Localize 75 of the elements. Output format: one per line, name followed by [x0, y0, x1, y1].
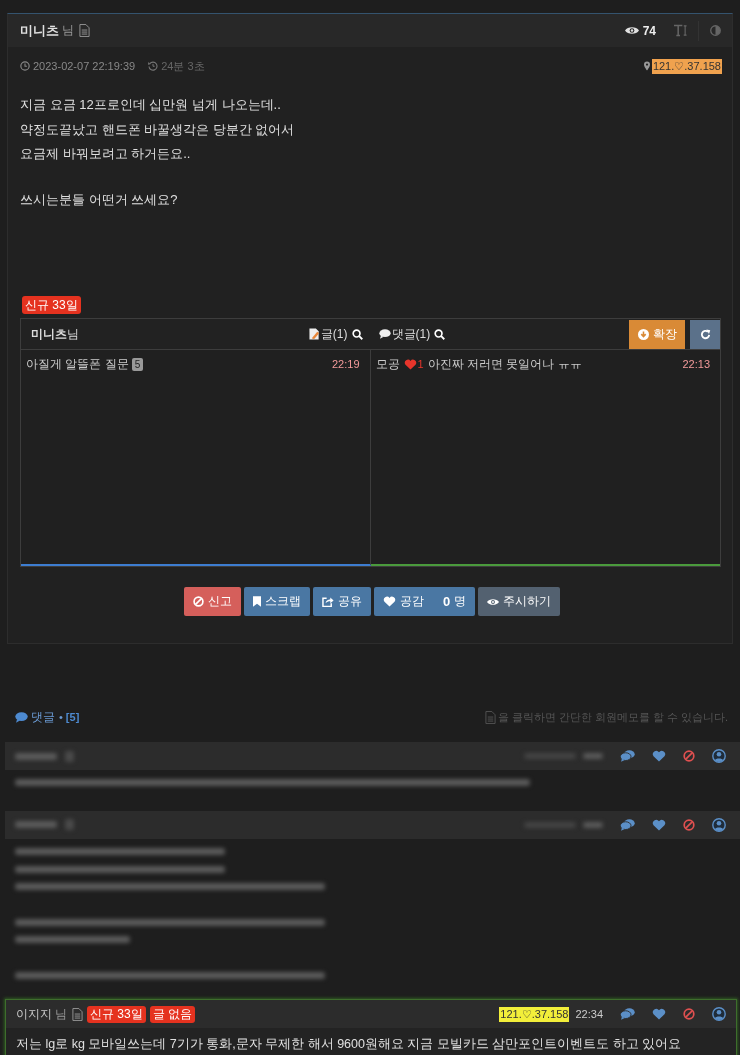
author-name[interactable]: 미니츠 [20, 21, 59, 40]
posts-link[interactable]: 글(1) [308, 325, 348, 343]
share-icon [321, 596, 334, 607]
ban-icon[interactable] [683, 818, 695, 831]
post-body-paragraph: 쓰시는분들 어떤거 쓰세요? [20, 190, 179, 209]
blurred-memo-icon [65, 750, 74, 762]
new-member-badge: 신규 33일 [22, 296, 81, 314]
view-count: 74 [642, 23, 656, 38]
report-button[interactable]: 신고 [183, 587, 241, 616]
clock-icon [20, 61, 30, 71]
refresh-icon [699, 328, 711, 340]
map-marker-icon [643, 61, 650, 71]
comment-time: 22:34 [575, 1008, 603, 1021]
elapsed-time: 24분 3초 [161, 58, 205, 74]
memo-document-icon[interactable] [72, 1007, 83, 1021]
share-button[interactable]: 공유 [312, 587, 371, 616]
blurred-time [583, 821, 603, 828]
comment-text: 저는 lg로 kg 모바일쓰는데 7기가 통화,문자 무제한 해서 9600원해요 지금 모빌카드 삼만포인트이벤트도 하고 있어요 [16, 1036, 682, 1054]
blurred-author-name [15, 752, 57, 760]
comments-title: 댓글 [31, 708, 55, 726]
watch-button[interactable]: 주시하기 [478, 587, 561, 616]
comment-link[interactable]: 아진짜 저러면 못일어나 ㅠㅠ [427, 355, 582, 373]
comments-link[interactable]: 댓글(1) [378, 325, 431, 343]
speech-bubble-icon [378, 329, 391, 339]
blurred-time [583, 753, 603, 759]
refresh-button[interactable] [690, 319, 720, 349]
member-badge: 신규 33일 [87, 1005, 146, 1023]
ban-icon [192, 596, 204, 607]
heart-icon[interactable] [652, 1008, 666, 1021]
comment-count-badge: 5 [131, 357, 144, 371]
ip-address: 121.♡.37.158 [499, 1006, 570, 1022]
reply-icon[interactable] [620, 1008, 635, 1021]
scrap-button[interactable]: 스크랩 [243, 587, 310, 616]
honorific-label: 님 [55, 1005, 67, 1023]
like-count: 1 [417, 358, 424, 370]
speech-bubble-icon [15, 711, 28, 723]
heart-icon[interactable] [652, 818, 666, 831]
user-icon[interactable] [712, 1007, 726, 1022]
heart-icon[interactable] [652, 750, 666, 762]
text-size-icon[interactable] [673, 24, 688, 37]
post-body-paragraph: 지금 요금 12프로인데 십만원 넘게 나오는데.. 약정도끝났고 핸드폰 바꿀생각은 당분간 없어서 요금제 바꿔보려고 하거든요.. [20, 96, 296, 163]
heart-icon [382, 596, 396, 607]
memo-document-icon[interactable] [79, 24, 90, 37]
contrast-icon[interactable] [710, 25, 721, 36]
member-name: 미니츠님 [31, 325, 79, 343]
post-time: 22:19 [331, 358, 360, 370]
board-name: 모공 [375, 355, 400, 373]
search-icon[interactable] [434, 328, 446, 340]
post-link[interactable]: 아질게 알뜰폰 질문 [26, 355, 129, 373]
blurred-author-name [15, 821, 57, 829]
eye-icon [487, 597, 500, 606]
down-arrow-circle-icon [637, 328, 649, 340]
comment-time: 22:13 [682, 358, 710, 370]
search-icon[interactable] [351, 328, 363, 340]
history-icon [148, 61, 159, 71]
ip-address: 121.♡.37.158 [651, 58, 722, 74]
reply-icon[interactable] [620, 818, 635, 831]
blurred-memo-icon [65, 819, 74, 831]
eye-icon [624, 26, 639, 35]
document-icon [484, 710, 496, 724]
commenter-name[interactable]: 이지지 [16, 1005, 52, 1023]
member-badge: 글 없음 [149, 1005, 196, 1023]
document-pencil-icon [308, 328, 320, 340]
reply-icon[interactable] [620, 750, 635, 762]
user-icon[interactable] [712, 749, 726, 763]
user-icon[interactable] [712, 817, 726, 832]
bookmark-icon [252, 596, 261, 607]
post-date: 2023-02-07 22:19:39 [33, 60, 136, 72]
separator-dot: • [59, 711, 63, 723]
heart-icon [403, 358, 417, 370]
ban-icon[interactable] [683, 1008, 695, 1021]
like-button[interactable]: 공감 0 명 [373, 587, 476, 616]
ban-icon[interactable] [683, 750, 695, 762]
honorific-label: 님 [62, 22, 74, 39]
comment-count: [5] [65, 711, 80, 723]
